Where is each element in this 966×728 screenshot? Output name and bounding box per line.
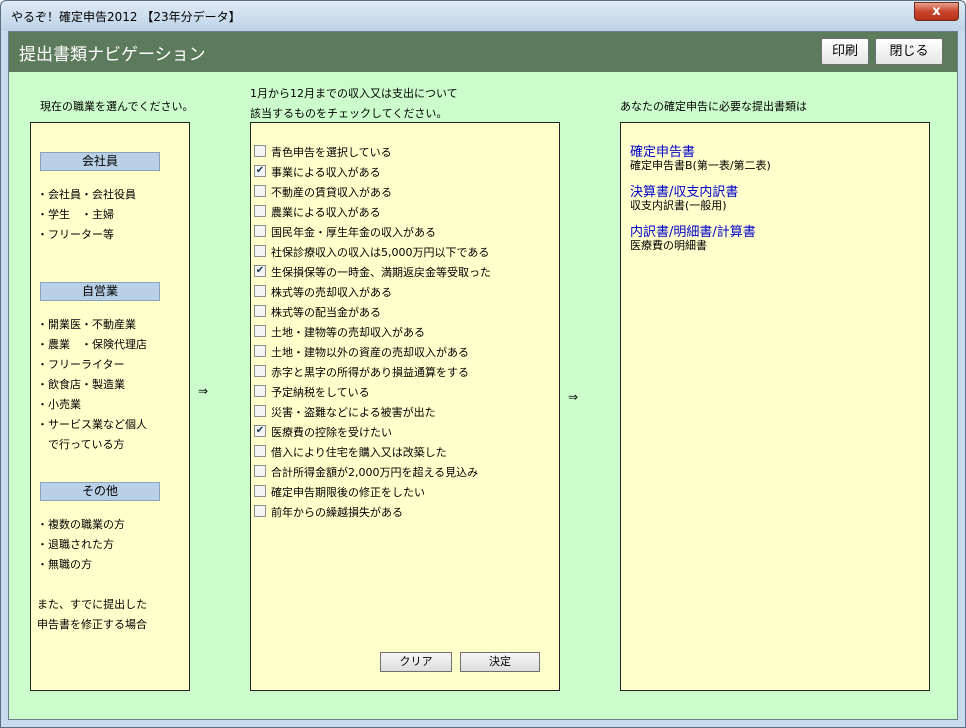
clear-button[interactable]: クリア	[380, 652, 452, 672]
list-item: ・開業医・不動産業	[37, 318, 136, 331]
income-heading-line1: 1月から12月までの収入又は支出について	[250, 87, 458, 100]
occupation-panel: 会社員 ・会社員・会社役員 ・学生 ・主婦 ・フリーター等 自営業 ・開業医・不…	[30, 122, 190, 691]
checkbox[interactable]	[254, 245, 266, 257]
decide-button[interactable]: 決定	[460, 652, 540, 672]
checkbox-label: 株式等の売却収入がある	[271, 286, 392, 299]
window-title: やるぞ！確定申告2012 【23年分データ】	[11, 10, 241, 24]
checkbox[interactable]	[254, 185, 266, 197]
app-window: やるぞ！確定申告2012 【23年分データ】 x 提出書類ナビゲーション 印刷 …	[0, 0, 966, 728]
checkbox[interactable]	[254, 305, 266, 317]
checkbox[interactable]: ✔	[254, 265, 266, 277]
checkbox[interactable]	[254, 445, 266, 457]
checkbox[interactable]	[254, 385, 266, 397]
list-item: ・無職の方	[37, 558, 92, 571]
checkbox[interactable]	[254, 285, 266, 297]
checkbox-label: 土地・建物等の売却収入がある	[271, 326, 425, 339]
header-bar: 提出書類ナビゲーション 印刷 閉じる	[9, 32, 957, 72]
income-checklist-panel: 青色申告を選択している ✔ 事業による収入がある 不動産の賃貸収入がある 農業による収入…	[250, 122, 560, 691]
checkbox-label: 生保損保等の一時金、満期返戻金等受取った	[271, 266, 491, 279]
doc-detail: 医療費の明細書	[630, 239, 707, 252]
list-item: ・会社員・会社役員	[37, 188, 136, 201]
checkbox-label: 農業による収入がある	[271, 206, 381, 219]
list-item: ・小売業	[37, 398, 81, 411]
checkbox-label: 医療費の控除を受けたい	[271, 426, 392, 439]
checkbox-label: 社保診療収入の収入は5,000万円以下である	[271, 246, 490, 259]
checkbox-label: 予定納税をしている	[271, 386, 370, 399]
title-bar: やるぞ！確定申告2012 【23年分データ】 x	[1, 1, 965, 31]
checkbox[interactable]	[254, 365, 266, 377]
checkbox-label: 青色申告を選択している	[271, 146, 392, 159]
list-item: ・複数の職業の方	[37, 518, 125, 531]
occupation-heading: 現在の職業を選んでください。	[40, 100, 194, 113]
checkbox-label: 国民年金・厚生年金の収入がある	[271, 226, 436, 239]
window-close-button[interactable]: x	[914, 2, 959, 21]
checkbox[interactable]	[254, 465, 266, 477]
checkbox[interactable]	[254, 145, 266, 157]
checkbox-label: 土地・建物以外の資産の売却収入がある	[271, 346, 469, 359]
checkbox-label: 確定申告期限後の修正をしたい	[271, 486, 425, 499]
documents-heading: あなたの確定申告に必要な提出書類は	[620, 100, 807, 113]
list-item: ・飲食店・製造業	[37, 378, 125, 391]
list-item: ・学生 ・主婦	[37, 208, 114, 221]
client-area: 提出書類ナビゲーション 印刷 閉じる 現在の職業を選んでください。 1月から12…	[8, 31, 958, 720]
list-item: ・農業 ・保険代理店	[37, 338, 147, 351]
page-title: 提出書類ナビゲーション	[19, 45, 206, 65]
company-employee-button[interactable]: 会社員	[40, 152, 160, 171]
list-item: ・フリーライター	[37, 358, 125, 371]
checkbox-label: 不動産の賃貸収入がある	[271, 186, 392, 199]
checkbox-label: 災害・盗難などによる被害が出た	[271, 406, 436, 419]
arrow-icon: ⇒	[198, 384, 209, 398]
checkbox-label: 合計所得金額が2,000万円を超える見込み	[271, 466, 479, 479]
required-documents-panel: 確定申告書 確定申告書B(第一表/第二表) 決算書/収支内訳書 収支内訳書(一般…	[620, 122, 930, 691]
checkbox[interactable]: ✔	[254, 165, 266, 177]
amend-note-line1: また、すでに提出した	[37, 598, 148, 611]
list-item: で行っている方	[37, 438, 125, 451]
print-button[interactable]: 印刷	[821, 38, 869, 65]
doc-detail: 確定申告書B(第一表/第二表)	[630, 159, 771, 172]
list-item: ・サービス業など個人	[37, 418, 147, 431]
checkbox-label: 赤字と黒字の所得があり損益通算をする	[271, 366, 469, 379]
checkbox-label: 借入により住宅を購入又は改築した	[271, 446, 447, 459]
checkbox-label: 前年からの繰越損失がある	[271, 506, 403, 519]
self-employed-button[interactable]: 自営業	[40, 282, 160, 301]
checkbox-label: 株式等の配当金がある	[271, 306, 381, 319]
income-heading-line2: 該当するものをチェックしてください。	[250, 107, 448, 120]
arrow-icon: ⇒	[568, 390, 579, 404]
checkbox[interactable]: ✔	[254, 425, 266, 437]
checkbox[interactable]	[254, 485, 266, 497]
amend-note-line2: 申告書を修正する場合	[37, 618, 147, 631]
close-page-button[interactable]: 閉じる	[875, 38, 943, 65]
doc-detail: 収支内訳書(一般用)	[630, 199, 727, 212]
checkbox-label: 事業による収入がある	[271, 166, 381, 179]
checkbox[interactable]	[254, 325, 266, 337]
checkbox[interactable]	[254, 225, 266, 237]
checkbox[interactable]	[254, 345, 266, 357]
checkbox[interactable]	[254, 405, 266, 417]
other-button[interactable]: その他	[40, 482, 160, 501]
checkbox[interactable]	[254, 505, 266, 517]
checkbox[interactable]	[254, 205, 266, 217]
list-item: ・フリーター等	[37, 228, 114, 241]
list-item: ・退職された方	[37, 538, 114, 551]
